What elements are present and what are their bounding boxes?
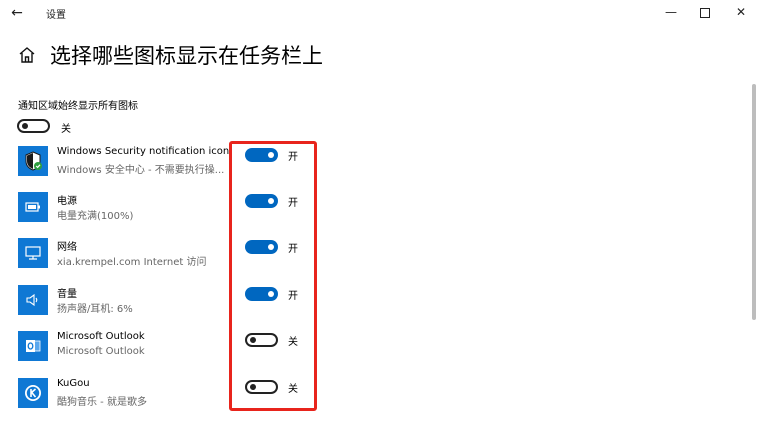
item-description: xia.krempel.com Internet 访问 xyxy=(57,257,207,268)
item-name: KuGou xyxy=(57,378,90,389)
back-button[interactable]: ← xyxy=(6,3,28,23)
window-title: 设置 xyxy=(46,10,66,21)
maximize-icon xyxy=(700,7,710,18)
close-icon: ✕ xyxy=(735,5,747,19)
title-bar: ← 设置 — ✕ xyxy=(0,0,761,26)
speaker-icon xyxy=(18,285,48,315)
page-title: 选择哪些图标显示在任务栏上 xyxy=(50,44,323,68)
kugou-icon xyxy=(18,378,48,408)
close-button[interactable]: ✕ xyxy=(726,1,756,23)
item-description: Windows 安全中心 - 不需要执行操... xyxy=(57,165,225,176)
toggle-switch[interactable] xyxy=(17,119,50,133)
item-description: 电量充满(100%) xyxy=(57,211,134,222)
battery-icon xyxy=(18,192,48,222)
vertical-scrollbar[interactable] xyxy=(752,84,756,320)
maximize-button[interactable] xyxy=(690,1,720,23)
item-description: 酷狗音乐 - 就是歌多 xyxy=(57,397,147,408)
item-description: 扬声器/耳机: 6% xyxy=(57,304,133,315)
item-description: Microsoft Outlook xyxy=(57,346,145,357)
shield-icon xyxy=(18,146,48,176)
item-name: Windows Security notification icon xyxy=(57,146,230,157)
minimize-button[interactable]: — xyxy=(656,1,686,23)
network-icon xyxy=(18,238,48,268)
item-name: 音量 xyxy=(57,289,77,300)
always-show-all-icons-label: 通知区域始终显示所有图标 xyxy=(18,101,138,112)
home-icon[interactable] xyxy=(16,44,38,66)
minimize-icon: — xyxy=(665,5,677,19)
always-show-all-icons-toggle[interactable] xyxy=(17,119,50,133)
outlook-icon xyxy=(18,331,48,361)
highlight-box xyxy=(229,141,317,411)
always-show-all-icons-state: 关 xyxy=(61,124,71,135)
item-name: Microsoft Outlook xyxy=(57,331,145,342)
toggle-knob xyxy=(22,123,28,129)
item-name: 电源 xyxy=(57,196,77,207)
item-name: 网络 xyxy=(57,242,77,253)
back-arrow-icon: ← xyxy=(11,5,23,21)
